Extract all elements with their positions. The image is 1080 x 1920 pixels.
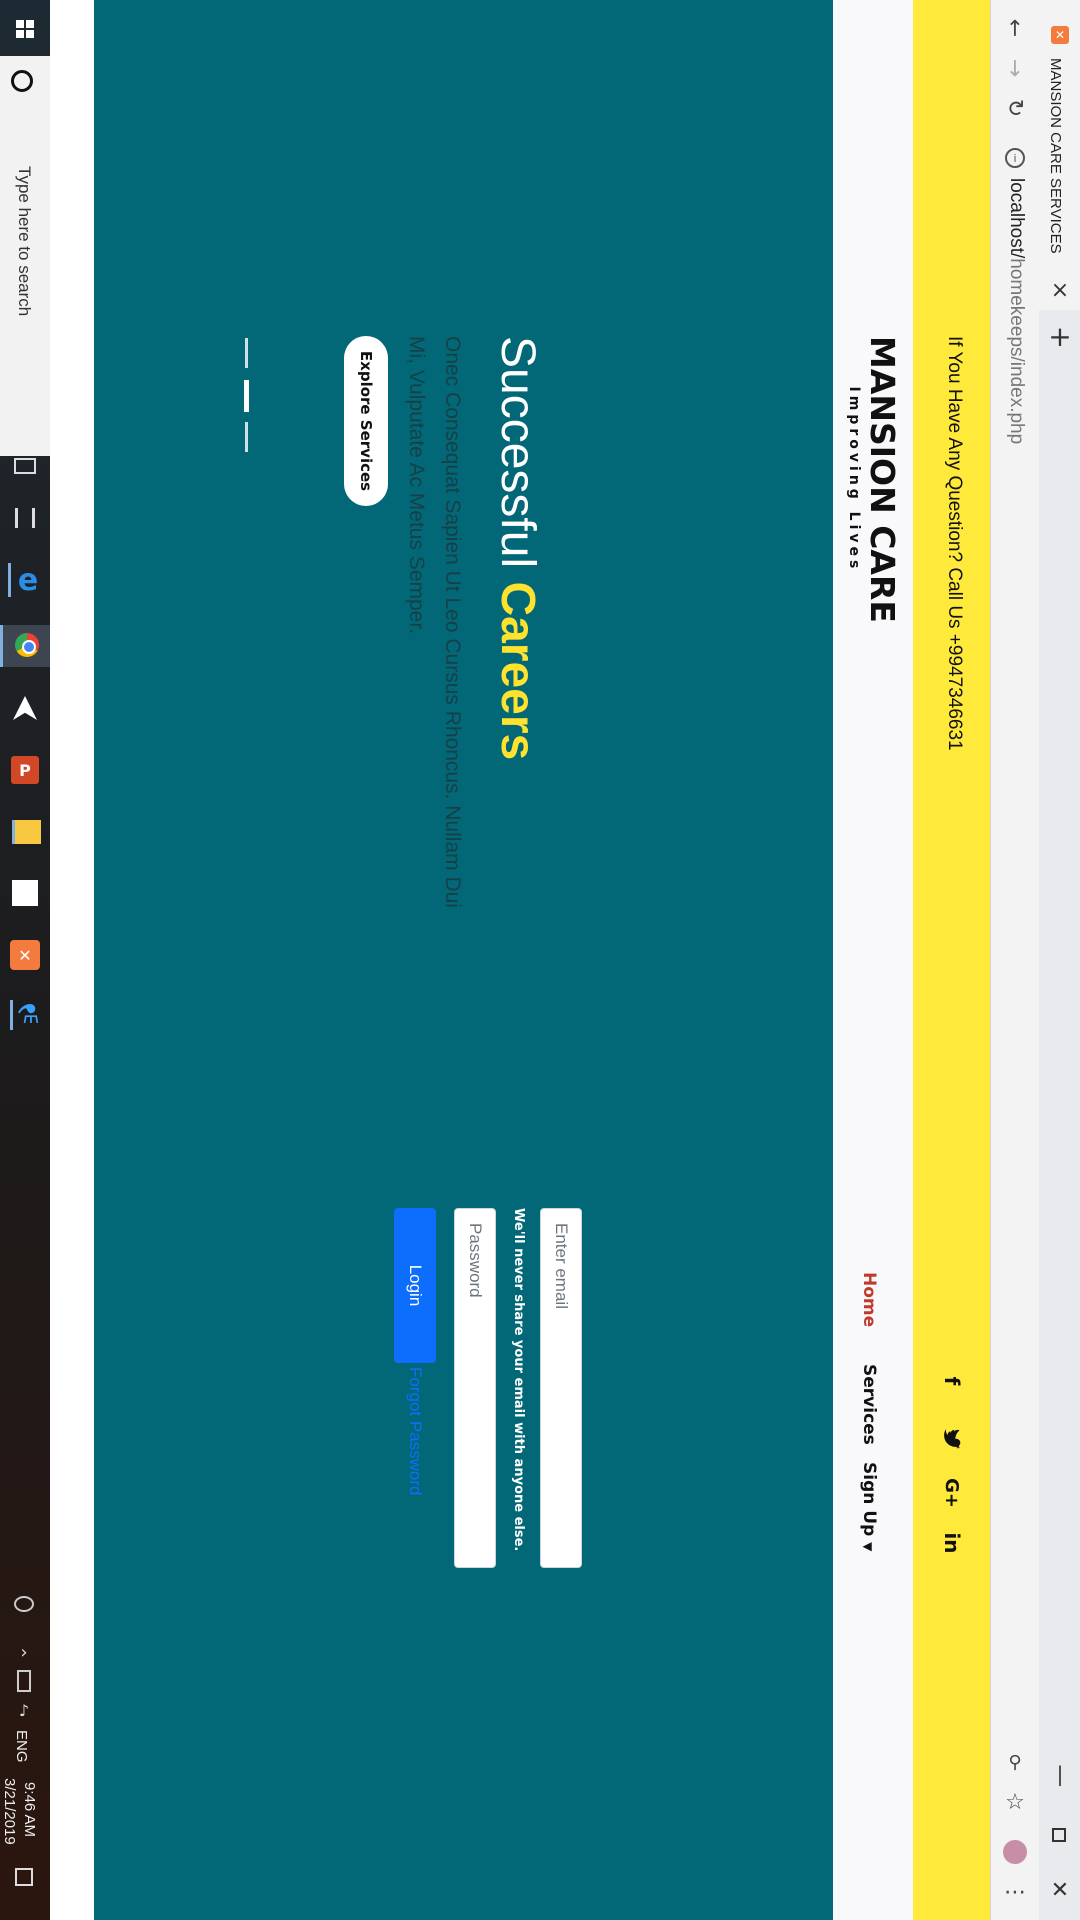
brand-logo[interactable]: MANSION CARE Improving Lives [845, 336, 902, 623]
slider-indicator-3[interactable] [245, 422, 248, 452]
nav-home[interactable]: Home [859, 1272, 879, 1327]
chrome-app-icon[interactable] [0, 625, 50, 667]
start-button[interactable] [8, 12, 42, 46]
page-margin [50, 0, 94, 1920]
browser-tab-title: MANSION CARE SERVICES [1047, 58, 1064, 254]
hero-title-plain: Successful [491, 336, 544, 582]
linkedin-icon[interactable]: in [935, 1526, 969, 1560]
browser-tab-strip: ✕ MANSION CARE SERVICES × + | ✕ [1038, 0, 1080, 1920]
task-view-icon[interactable] [14, 458, 36, 474]
file-explorer-app-icon[interactable] [12, 820, 41, 844]
people-icon[interactable] [15, 508, 35, 528]
restore-window-icon[interactable] [1052, 1828, 1066, 1842]
battery-icon [17, 1670, 31, 1692]
cortana-icon [11, 70, 33, 92]
browser-toolbar: ← → ↻ i localhost/homekeeps/index.php ⚲ … [990, 0, 1039, 1920]
google-plus-icon[interactable]: G+ [935, 1476, 969, 1510]
main-navbar: MANSION CARE Improving Lives Home Servic… [833, 0, 913, 1920]
ms-store-app-icon[interactable] [12, 880, 38, 906]
clock-date[interactable]: 3/21/2019 [1, 1778, 18, 1845]
password-input[interactable]: Password [454, 1208, 496, 1568]
clock-time[interactable]: 9:46 AM [21, 1782, 38, 1837]
taskbar-search-placeholder: Type here to search [15, 166, 34, 317]
reader-view-icon[interactable]: ⚲ [1001, 1748, 1029, 1776]
close-window-icon[interactable]: ✕ [1046, 1876, 1074, 1904]
vs-code-app-icon[interactable]: ⚗ [10, 1000, 43, 1030]
hero-title-accent: Careers [491, 581, 544, 761]
new-tab-button[interactable]: + [1046, 320, 1074, 353]
email-input[interactable]: Enter email [540, 1208, 582, 1568]
forgot-password-link[interactable]: Forgot Password [405, 1367, 425, 1496]
url-host: localhost/ [1006, 178, 1027, 259]
email-placeholder: Enter email [552, 1223, 571, 1309]
explore-services-button[interactable]: Explore Services [344, 336, 388, 506]
favorite-star-icon[interactable]: ☆ [1001, 1788, 1029, 1816]
nav-sign-up-label: Sign Up [859, 1462, 879, 1537]
brand-name: MANSION CARE [863, 336, 902, 623]
caret-down-icon: ▼ [861, 1542, 875, 1552]
slider-indicator-2-active[interactable] [244, 380, 249, 412]
people-tray-icon[interactable] [14, 1596, 34, 1612]
profile-avatar[interactable] [1003, 1840, 1027, 1864]
login-button[interactable]: Login [394, 1208, 436, 1363]
xampp-app-icon[interactable]: ✕ [10, 940, 40, 970]
contact-text: If You Have Any Question? Call Us +99473… [944, 336, 965, 751]
windows-logo-icon [16, 20, 34, 38]
facebook-icon[interactable]: f [937, 1366, 967, 1396]
powerpoint-app-icon[interactable]: P [11, 756, 39, 784]
site-info-icon[interactable]: i [1005, 148, 1025, 168]
hero-title: Successful Careers [490, 336, 544, 760]
language-indicator[interactable]: ENG [13, 1730, 30, 1763]
back-icon[interactable]: ← [1001, 14, 1029, 42]
refresh-icon[interactable]: ↻ [1001, 94, 1029, 122]
slider-indicator-1[interactable] [245, 338, 248, 368]
notifications-icon[interactable] [15, 1868, 33, 1886]
twitter-icon[interactable] [937, 1424, 967, 1454]
forward-icon[interactable]: → [1001, 54, 1029, 82]
top-contact-bar: If You Have Any Question? Call Us +99473… [913, 0, 990, 1920]
close-tab-icon[interactable]: × [1048, 278, 1072, 303]
browser-tab[interactable]: ✕ MANSION CARE SERVICES × [1038, 0, 1080, 310]
address-bar[interactable]: i localhost/homekeeps/index.php [995, 138, 1035, 1778]
taskbar-search-box[interactable]: Type here to search [0, 56, 50, 456]
brand-tagline: Improving Lives [846, 386, 862, 573]
hero-description: Onec Consequat Sapien Ut Leo Cursus Rhon… [405, 336, 464, 908]
minimize-window-icon[interactable]: | [1046, 1760, 1074, 1788]
url-path: homekeeps/index.php [1006, 258, 1027, 445]
volume-icon[interactable]: ♪ [12, 1698, 36, 1722]
email-help-text: We'll never share your email with anyone… [511, 1208, 526, 1552]
password-placeholder: Password [466, 1223, 485, 1298]
hero-section: Successful Careers Onec Consequat Sapien… [94, 0, 833, 1920]
chevron-up-icon[interactable]: › [12, 1640, 36, 1664]
edge-app-icon[interactable]: e [8, 563, 45, 598]
xampp-favicon: ✕ [1051, 26, 1069, 44]
more-options-icon[interactable]: ⋯ [1001, 1878, 1029, 1906]
nav-sign-up[interactable]: Sign Up ▼ [859, 1462, 879, 1551]
nav-services[interactable]: Services [859, 1364, 879, 1445]
